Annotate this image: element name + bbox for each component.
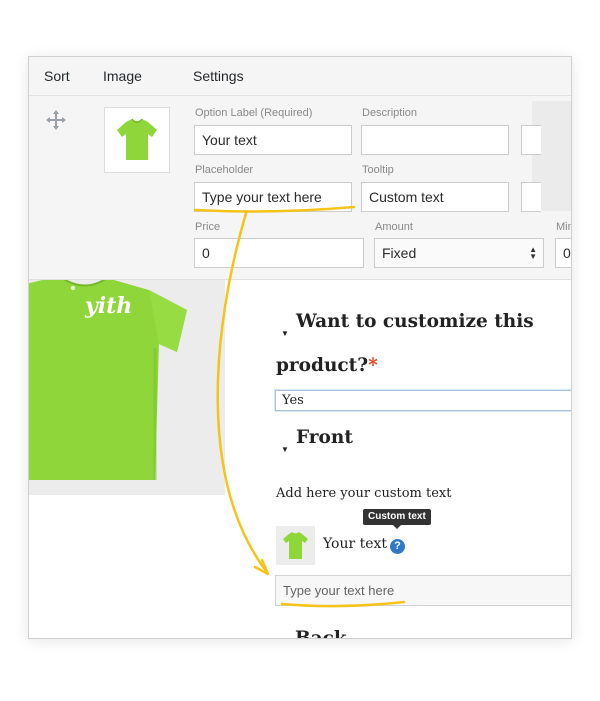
min-label: Min — [556, 221, 572, 233]
front-section-title: Front — [296, 427, 353, 448]
product-image: yith — [29, 280, 225, 495]
amount-select[interactable]: Fixed ▲ ▼ — [374, 238, 544, 268]
next-section-title: Back — [295, 628, 347, 639]
description-input[interactable] — [361, 125, 509, 155]
question-title-line1: Want to customize this — [296, 311, 534, 332]
admin-table-header: Sort Image Settings — [29, 57, 571, 96]
price-input[interactable]: 0 — [194, 238, 364, 268]
amount-select-value: Fixed — [382, 245, 417, 261]
option-label-input[interactable]: Your text — [194, 125, 352, 155]
admin-option-panel: Sort Image Settings Option Label (Requir… — [29, 57, 571, 279]
extra-input-middle[interactable] — [521, 182, 541, 212]
amount-label: Amount — [375, 221, 413, 233]
move-handle-icon[interactable] — [45, 109, 67, 131]
column-settings: Settings — [193, 68, 244, 84]
select-arrows-icon: ▲ ▼ — [529, 245, 537, 261]
shirt-brand-text: yith — [84, 293, 132, 319]
option-thumbnail — [276, 526, 315, 565]
column-sort: Sort — [44, 68, 70, 84]
collapse-triangle-icon-front[interactable]: ▼ — [281, 445, 289, 454]
product-page-preview: yith ▼ Want to customize this product?* … — [29, 279, 571, 639]
option-label-label: Option Label (Required) — [195, 107, 313, 119]
price-label: Price — [195, 221, 221, 233]
help-question-icon[interactable]: ? — [390, 539, 405, 554]
question-title-line2: product?* — [276, 355, 378, 376]
tooltip-pointer — [393, 525, 401, 529]
collapse-triangle-icon[interactable]: ▼ — [281, 329, 289, 338]
green-tshirt-icon: yith — [29, 280, 187, 480]
tooltip-label: Tooltip — [362, 164, 394, 176]
required-mark: * — [368, 355, 378, 376]
tooltip-bubble: Custom text — [363, 509, 431, 525]
min-input[interactable]: 0 — [555, 238, 571, 268]
tshirt-small-icon — [283, 532, 308, 559]
column-image: Image — [103, 68, 142, 84]
tooltip-input[interactable]: Custom text — [361, 182, 509, 212]
option-image-thumbnail[interactable] — [104, 107, 170, 173]
placeholder-input[interactable]: Type your text here — [194, 182, 352, 212]
customize-select[interactable]: Yes — [275, 390, 571, 411]
placeholder-label: Placeholder — [195, 164, 254, 176]
custom-text-description: Add here your custom text — [276, 486, 452, 501]
extra-input-top[interactable] — [521, 125, 541, 155]
description-label: Description — [362, 107, 418, 119]
option-label-text: Your text — [323, 536, 388, 552]
screenshot-frame: Sort Image Settings Option Label (Requir… — [28, 56, 572, 639]
custom-text-input[interactable]: Type your text here — [275, 575, 571, 606]
question-title-text: product? — [276, 355, 369, 376]
tshirt-thumbnail-icon — [117, 118, 157, 160]
